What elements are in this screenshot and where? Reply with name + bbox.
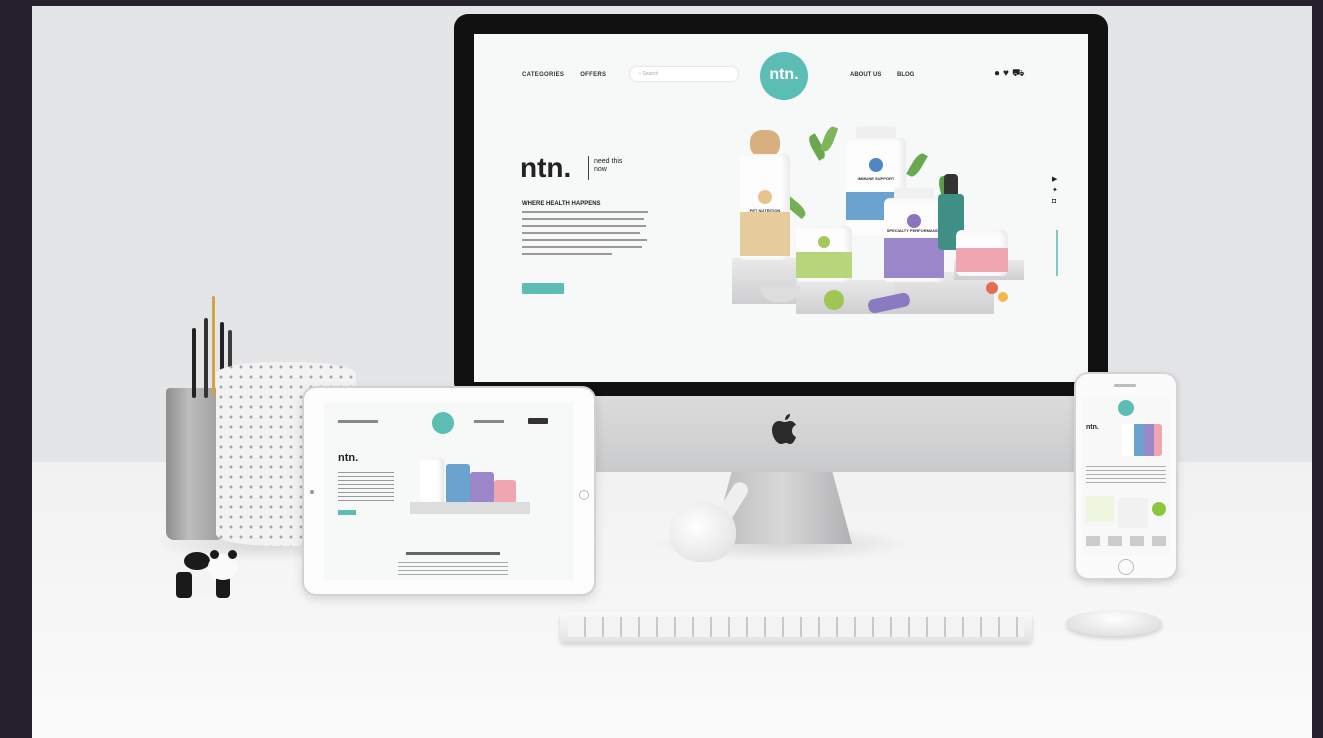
- twitter-icon[interactable]: ✦: [1052, 185, 1058, 196]
- pink-supplement-jar: [956, 230, 1008, 276]
- dropper-cap: [944, 174, 958, 194]
- apple-logo-icon: [772, 414, 796, 444]
- ipad-plinth: [410, 502, 530, 514]
- ceramic-bird-figurine: [670, 502, 736, 562]
- user-icon[interactable]: ●: [994, 68, 1003, 79]
- ipad-product: [470, 472, 494, 504]
- ipad-hero-text: [338, 472, 394, 504]
- heart-icon[interactable]: ♥: [1003, 68, 1012, 79]
- specialty-performance-bottle: SPECIALTY PERFORMANCE: [884, 198, 944, 282]
- ipad-product: [494, 480, 516, 504]
- search-placeholder: Search: [642, 71, 659, 77]
- iphone-site-logo: [1118, 400, 1134, 416]
- panda-leg: [176, 572, 192, 598]
- ipad-section-text: [398, 562, 508, 576]
- imac-screen: CATEGORIES OFFERS ○ Search ntn. ABOUT US…: [474, 34, 1088, 382]
- iphone-products: [1122, 424, 1162, 456]
- cart-icon[interactable]: ⛟: [1012, 68, 1028, 79]
- site-logo[interactable]: ntn.: [760, 52, 808, 100]
- ipad-shop-button: [338, 510, 356, 515]
- search-icon: ○: [638, 71, 642, 77]
- social-links: ▶ ✦ ◘: [1052, 174, 1058, 207]
- apple-fruit: [824, 290, 844, 310]
- iphone-product-image: [1118, 498, 1148, 528]
- pet-nutrition-label: PET NUTRITION: [749, 208, 781, 213]
- shop-now-button[interactable]: [522, 283, 564, 294]
- iphone-card: [1086, 496, 1114, 522]
- magic-mouse: [1066, 610, 1162, 636]
- plant-leaf: [906, 151, 928, 179]
- iphone-text-block: [1086, 466, 1166, 484]
- nav-categories[interactable]: CATEGORIES: [522, 72, 564, 78]
- gummy: [986, 282, 998, 294]
- main-nav: CATEGORIES OFFERS: [522, 72, 620, 78]
- nav-about-us[interactable]: ABOUT US: [850, 72, 881, 78]
- plant-leaf: [819, 125, 839, 153]
- iphone-device: ntn.: [1074, 372, 1178, 580]
- pen: [192, 328, 196, 398]
- nav-offers[interactable]: OFFERS: [580, 72, 606, 78]
- instagram-icon[interactable]: ◘: [1052, 196, 1058, 207]
- ipad-nav: [338, 420, 378, 423]
- product-mockup-photo: CATEGORIES OFFERS ○ Search ntn. ABOUT US…: [32, 6, 1312, 738]
- iphone-home-button: [1118, 559, 1134, 575]
- ipad-nav-icons: [528, 418, 548, 424]
- keyboard: [560, 612, 1032, 642]
- ipad-screen: ntn.: [324, 402, 574, 580]
- ipad-product: [420, 458, 444, 504]
- immune-support-label: IMMUNE SUPPORT: [857, 176, 895, 181]
- hero-heading: WHERE HEALTH HAPPENS: [522, 201, 601, 207]
- ipad-section-heading: [406, 552, 500, 555]
- iphone-badge: [1152, 502, 1166, 516]
- secondary-nav: ABOUT US BLOG: [850, 72, 928, 78]
- ipad-site-logo: [432, 412, 454, 434]
- ipad-nav: [474, 420, 504, 423]
- ipad-home-button: [579, 490, 589, 500]
- youtube-icon[interactable]: ▶: [1052, 174, 1058, 185]
- pen: [204, 318, 208, 398]
- ipad-device: ntn.: [302, 386, 596, 596]
- panda-shoulder: [184, 552, 210, 570]
- ipad-product: [446, 464, 470, 504]
- panda-ear: [228, 550, 237, 559]
- hero-body-text: [522, 211, 648, 260]
- gummy: [998, 292, 1008, 302]
- nav-blog[interactable]: BLOG: [897, 72, 914, 78]
- brand-divider: [588, 156, 589, 180]
- pencil: [212, 296, 215, 396]
- panda-ear: [210, 550, 219, 559]
- specialty-performance-label: SPECIALTY PERFORMANCE: [886, 228, 942, 233]
- iphone-footer-links: [1086, 536, 1166, 546]
- green-supplement-jar: [796, 226, 852, 282]
- iphone-hero-brand: ntn.: [1086, 424, 1099, 431]
- ipad-camera: [310, 490, 314, 494]
- hero-tagline: need this now: [594, 158, 623, 173]
- ipad-hero-brand: ntn.: [338, 452, 359, 464]
- iphone-screen: ntn.: [1082, 396, 1170, 556]
- pet-nutrition-bottle: PET NUTRITION: [740, 154, 790, 260]
- account-icons: ●♥⛟: [994, 68, 1028, 81]
- search-input[interactable]: ○ Search: [630, 67, 738, 81]
- scroll-indicator: [1056, 230, 1058, 276]
- iphone-speaker: [1114, 384, 1136, 387]
- hero-brand: ntn.: [520, 152, 572, 183]
